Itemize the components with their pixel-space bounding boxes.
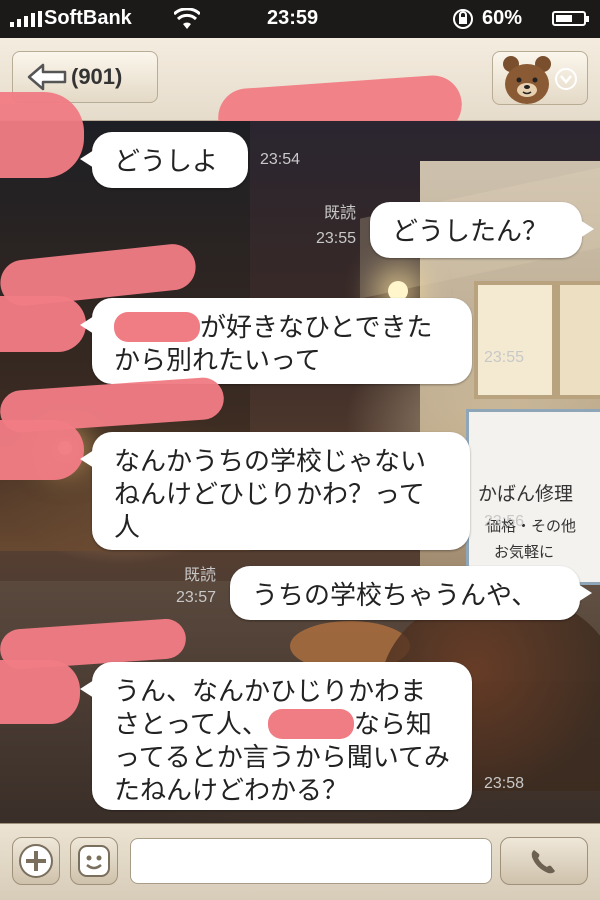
message-bubble[interactable]: うん、なんかひじりかわまさとって人、 なら知ってるとか言うから聞いてみたねんけどわ… — [80, 662, 472, 810]
carrier-label: SoftBank — [44, 7, 132, 29]
call-button[interactable] — [500, 837, 588, 885]
shop-sign-line3: お気軽に — [494, 543, 555, 561]
input-bar — [0, 823, 600, 900]
avatar-redaction — [0, 92, 84, 178]
read-receipt: 既読 — [323, 205, 356, 222]
avatar-redaction — [0, 420, 84, 480]
wifi-icon — [174, 8, 200, 29]
emoji-icon — [78, 845, 110, 877]
emoji-button[interactable] — [70, 837, 118, 885]
message-time: 23:58 — [484, 775, 525, 792]
name-redaction — [267, 709, 354, 739]
message-text: どうしよ — [114, 147, 219, 177]
message-text: どうしたん？ — [392, 217, 549, 247]
battery-fill — [556, 15, 572, 22]
read-receipt: 既読 — [183, 567, 216, 584]
status-bar: SoftBank 23:59 60% — [0, 0, 600, 38]
signal-icon — [10, 11, 42, 27]
bear-icon — [503, 56, 551, 104]
rotation-lock-icon — [453, 9, 473, 29]
friend-menu-button[interactable] — [492, 51, 588, 105]
name-redaction — [114, 312, 200, 342]
message-bubble[interactable]: が好きなひとできたから別れたいって — [80, 298, 472, 384]
shop-sign-line1: かばん修理 — [478, 483, 574, 505]
message-time: 23:56 — [484, 513, 525, 530]
message-time: 23:54 — [260, 151, 301, 168]
phone-icon — [531, 850, 555, 874]
battery-icon — [552, 11, 589, 26]
plus-icon — [19, 844, 53, 878]
message-time: 23:55 — [315, 230, 356, 247]
battery-percent: 60% — [482, 7, 523, 29]
message-time: 23:57 — [175, 589, 216, 606]
message-text: うちの学校ちゃうんや、 — [252, 581, 538, 611]
plus-button[interactable] — [12, 837, 60, 885]
avatar-redaction — [0, 296, 86, 352]
chat-header: (901) — [0, 38, 600, 149]
clock: 23:59 — [267, 7, 319, 29]
unread-count: (901) — [71, 64, 123, 89]
message-input[interactable] — [130, 838, 492, 884]
back-arrow-icon — [27, 63, 67, 91]
message-bubble[interactable]: どうしよ — [80, 132, 248, 188]
message-time: 23:55 — [484, 349, 525, 366]
avatar-redaction — [0, 660, 80, 724]
message-bubble[interactable]: うちの学校ちゃうんや、 — [230, 566, 592, 620]
chevron-down-icon — [555, 68, 577, 90]
message-bubble[interactable]: どうしたん？ — [370, 202, 594, 258]
chat-screen: SoftBank 23:59 60% (901) かばん修理 価格・その他 お気… — [0, 0, 600, 900]
message-bubble[interactable]: なんかうちの学校じゃないねんけどひじりかわ？って人 — [80, 432, 470, 550]
message-text: なんかうちの学校じゃないねんけどひじりかわ？って人 — [114, 447, 427, 543]
